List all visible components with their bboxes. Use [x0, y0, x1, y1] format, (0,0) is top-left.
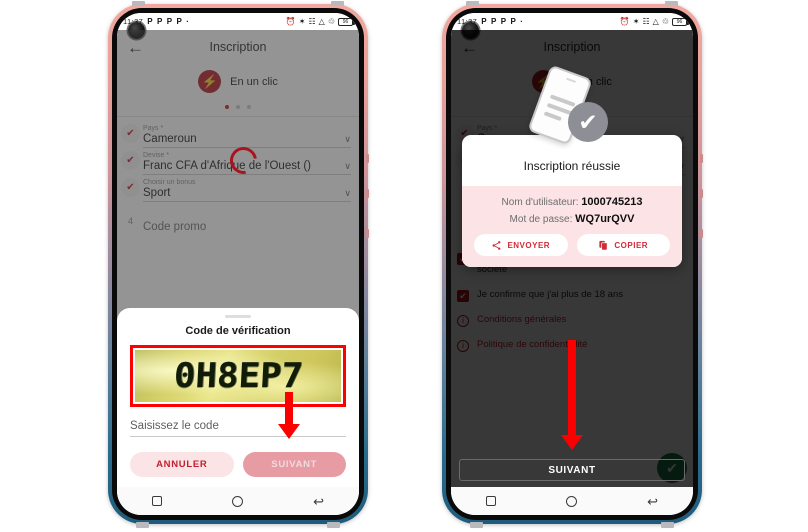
alarm-icon: ⏰ — [619, 17, 630, 26]
alarm-icon: ⏰ — [285, 17, 296, 26]
vpn-icon: ☷ — [642, 17, 650, 26]
username-value: 1000745213 — [581, 196, 643, 208]
next-button-label: SUIVANT — [548, 464, 596, 476]
battery-icon: 96 — [338, 17, 355, 26]
captcha-highlight-box: 0H8EP7 — [130, 345, 346, 407]
phone-volume-down-button[interactable] — [366, 189, 369, 198]
phone-left: 11:37 P P P P · ⏰ ✶ ☷ △ ♲ 96 — [108, 1, 369, 528]
phone-bottom-nub — [136, 522, 149, 528]
app-body-left: ← Inscription ⚡ En un clic — [117, 30, 359, 487]
home-icon[interactable] — [566, 495, 578, 507]
carrier-icon-1: P — [481, 17, 487, 26]
speaker-icon — [566, 77, 577, 83]
phone-volume-up-button[interactable] — [366, 154, 369, 163]
phone-screen-left: 11:37 P P P P · ⏰ ✶ ☷ △ ♲ 96 — [117, 13, 359, 515]
send-button[interactable]: ENVOYER — [474, 234, 568, 256]
back-icon[interactable]: ↩ — [647, 495, 658, 508]
nfc-icon: ♲ — [327, 17, 335, 26]
status-bar: 11:37 P P P P · ⏰ ✶ ☷ △ ♲ 96 — [117, 13, 359, 30]
arrow-head — [561, 435, 583, 450]
phone-bottom-nub — [661, 522, 674, 528]
cancel-button[interactable]: ANNULER — [130, 452, 234, 477]
copy-button[interactable]: COPIER — [576, 234, 670, 256]
nfc-icon: ♲ — [661, 17, 669, 26]
annotation-arrow-left — [278, 392, 300, 439]
success-check-icon: ✔ — [568, 102, 608, 142]
copy-icon — [599, 240, 608, 250]
system-navigation-bar: ↩ — [117, 487, 359, 515]
more-icon: · — [186, 17, 190, 26]
carrier-icon-4: P — [510, 17, 517, 26]
phone-bottom-nub — [470, 522, 483, 528]
captcha-sheet-title: Code de vérification — [185, 325, 291, 337]
next-button[interactable]: SUIVANT — [242, 452, 346, 477]
success-dialog: Inscription réussie Nom d'utilisateur: 1… — [462, 135, 682, 267]
signal-icon: △ — [652, 17, 659, 26]
phone-volume-up-button[interactable] — [700, 154, 703, 163]
captcha-bottom-sheet: Code de vérification 0H8EP7 Saisissez le… — [117, 308, 359, 487]
captcha-code-input[interactable]: Saisissez le code — [130, 420, 346, 437]
captcha-sheet-actions: ANNULER SUIVANT — [130, 452, 346, 477]
more-icon: · — [520, 17, 524, 26]
vpn-icon: ☷ — [308, 17, 316, 26]
app-left: 11:37 P P P P · ⏰ ✶ ☷ △ ♲ 96 — [117, 13, 359, 515]
next-button-bar[interactable]: SUIVANT — [459, 459, 685, 481]
battery-icon: 96 — [672, 17, 689, 26]
captcha-text: 0H8EP7 — [172, 356, 304, 396]
bluetooth-icon: ✶ — [632, 17, 640, 26]
back-icon[interactable]: ↩ — [313, 495, 324, 508]
carrier-icon-4: P — [176, 17, 183, 26]
share-icon — [492, 240, 501, 250]
success-dialog-actions: ENVOYER COPIER — [474, 234, 670, 256]
carrier-icon-3: P — [166, 17, 173, 26]
carrier-icon-2: P — [156, 17, 163, 26]
recents-icon[interactable] — [152, 496, 163, 506]
recents-icon[interactable] — [486, 496, 497, 506]
arrow-shaft — [568, 340, 576, 435]
copy-button-label: COPIER — [614, 240, 649, 250]
arrow-head — [278, 424, 300, 439]
carrier-icon-2: P — [490, 17, 497, 26]
username-label: Nom d'utilisateur: — [501, 197, 579, 208]
phone-bottom-nub — [327, 522, 340, 528]
status-bar-right: ⏰ ✶ ☷ △ ♲ 96 — [619, 17, 689, 26]
password-label: Mot de passe: — [509, 214, 573, 225]
success-illustration: ✔ — [516, 64, 628, 148]
password-value: WQ7urQVV — [575, 213, 635, 225]
password-line: Mot de passe: WQ7urQVV — [474, 213, 670, 225]
captcha-image[interactable]: 0H8EP7 — [135, 350, 341, 402]
phone-top-nub — [665, 1, 678, 6]
carrier-icon-3: P — [500, 17, 507, 26]
status-bar: 11:37 P P P P · ⏰ ✶ ☷ △ ♲ 96 — [451, 13, 693, 30]
status-bar-right: ⏰ ✶ ☷ △ ♲ 96 — [285, 17, 355, 26]
signal-icon: △ — [318, 17, 325, 26]
system-navigation-bar: ↩ — [451, 487, 693, 515]
phone-top-nub — [132, 1, 145, 6]
illustration-line — [543, 111, 562, 122]
phone-top-nub — [466, 1, 479, 6]
phone-power-button[interactable] — [700, 229, 703, 238]
screenshot-stage: 11:37 P P P P · ⏰ ✶ ☷ △ ♲ 96 — [0, 0, 808, 532]
sheet-drag-handle[interactable] — [225, 315, 251, 318]
annotation-arrow-right — [561, 340, 583, 450]
success-credentials: Nom d'utilisateur: 1000745213 Mot de pas… — [462, 186, 682, 267]
carrier-icon-1: P — [147, 17, 153, 26]
bluetooth-icon: ✶ — [298, 17, 306, 26]
phone-volume-down-button[interactable] — [700, 189, 703, 198]
home-icon[interactable] — [232, 495, 244, 507]
phone-power-button[interactable] — [366, 229, 369, 238]
send-button-label: ENVOYER — [507, 240, 551, 250]
username-line: Nom d'utilisateur: 1000745213 — [474, 196, 670, 208]
arrow-shaft — [285, 392, 293, 424]
phone-top-nub — [331, 1, 344, 6]
